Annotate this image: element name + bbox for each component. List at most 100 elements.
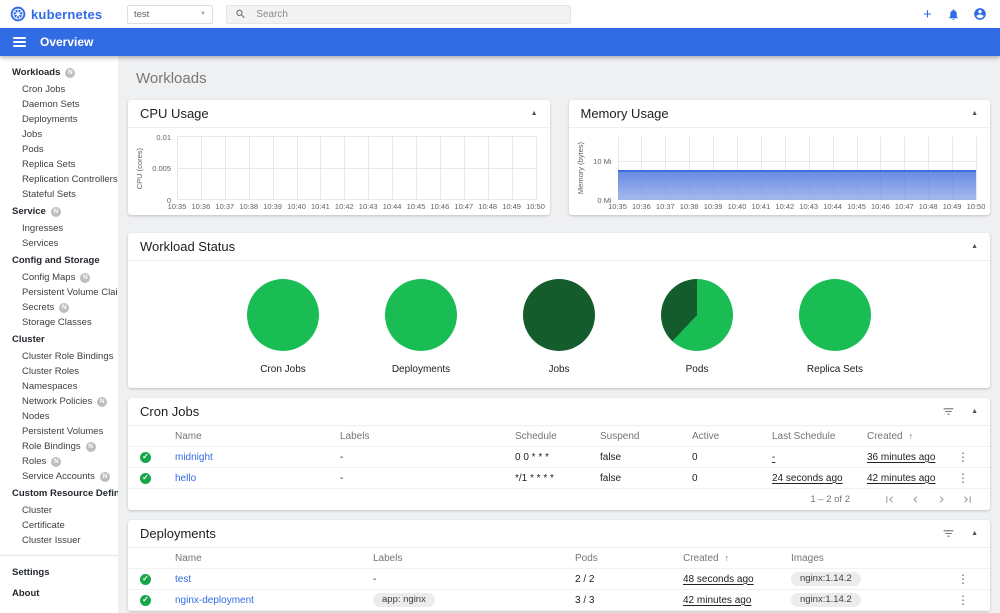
sidebar-item-role-bindings[interactable]: Role Bindings N xyxy=(0,439,118,454)
deployments-table: Name Labels Pods Created ↑ Images ✓ test - 2 / 2 4… xyxy=(128,548,990,611)
collapse-caret-icon[interactable]: ▲ xyxy=(531,110,538,117)
sidebar-item-deployments[interactable]: Deployments xyxy=(0,112,118,127)
search-input[interactable] xyxy=(254,7,562,21)
x-tick-label: 10:36 xyxy=(632,202,651,211)
sidebar-item-persistent-volumes[interactable]: Persistent Volumes xyxy=(0,424,118,439)
column-header-name[interactable]: Name xyxy=(175,431,340,442)
sidebar-item-roles[interactable]: Roles N xyxy=(0,454,118,469)
resource-link[interactable]: nginx-deployment xyxy=(175,595,254,606)
filter-icon[interactable] xyxy=(942,527,955,540)
grid-line xyxy=(487,137,489,200)
sidebar-section-label: Config and Storage xyxy=(12,255,100,266)
sidebar-item-cluster[interactable]: Cluster xyxy=(0,503,118,518)
sidebar-section-service[interactable]: Service N xyxy=(0,202,118,221)
sidebar-item-cluster-roles[interactable]: Cluster Roles xyxy=(0,364,118,379)
cell-pods: 2 / 2 xyxy=(575,574,683,585)
sidebar-item-daemon-sets[interactable]: Daemon Sets xyxy=(0,97,118,112)
column-header-images[interactable]: Images xyxy=(791,553,954,564)
pie-chart xyxy=(523,278,595,351)
notifications-bell-icon[interactable] xyxy=(946,7,961,22)
sidebar-item-label: Service Accounts xyxy=(22,471,95,482)
sidebar-item-cron-jobs[interactable]: Cron Jobs xyxy=(0,82,118,97)
x-tick-label: 10:39 xyxy=(263,202,282,211)
collapse-caret-icon[interactable]: ▲ xyxy=(971,243,978,250)
x-tick-label: 10:41 xyxy=(751,202,771,211)
sidebar-item-label: Pods xyxy=(22,144,44,155)
cell-text: false xyxy=(600,451,622,463)
x-tick-label: 10:49 xyxy=(502,202,521,211)
column-header-active[interactable]: Active xyxy=(692,431,772,442)
first-page-icon[interactable] xyxy=(876,491,902,509)
kubernetes-brand[interactable]: kubernetes xyxy=(0,6,127,22)
sidebar-item-settings[interactable]: Settings xyxy=(0,562,118,583)
sidebar-item-label: Replication Controllers xyxy=(22,174,118,185)
cell-icon: ✓ xyxy=(140,594,175,606)
sidebar-item-jobs[interactable]: Jobs xyxy=(0,127,118,142)
resource-link[interactable]: hello xyxy=(175,473,196,484)
workload-status-pods: Pods xyxy=(652,278,742,375)
sidebar-item-services[interactable]: Services xyxy=(0,236,118,251)
collapse-caret-icon[interactable]: ▲ xyxy=(971,408,978,415)
resource-link[interactable]: test xyxy=(175,574,191,585)
sidebar-section-workloads[interactable]: Workloads N xyxy=(0,63,118,82)
namespace-select[interactable]: test ▼ xyxy=(127,4,213,24)
sidebar-item-cluster-role-bindings[interactable]: Cluster Role Bindings xyxy=(0,349,118,364)
sidebar-item-nodes[interactable]: Nodes xyxy=(0,409,118,424)
sidebar-item-label: Network Policies xyxy=(22,396,93,407)
collapse-caret-icon[interactable]: ▲ xyxy=(971,110,978,117)
sidebar-item-namespaces[interactable]: Namespaces xyxy=(0,379,118,394)
sidebar-item-service-accounts[interactable]: Service Accounts N xyxy=(0,469,118,484)
previous-page-icon[interactable] xyxy=(902,491,928,509)
menu-hamburger-icon[interactable] xyxy=(13,35,26,49)
sidebar-section-cluster[interactable]: Cluster xyxy=(0,330,118,349)
column-header-created[interactable]: Created ↑ xyxy=(683,553,791,564)
column-header-created[interactable]: Created ↑ xyxy=(867,431,954,442)
resource-link[interactable]: midnight xyxy=(175,452,213,463)
sidebar-item-stateful-sets[interactable]: Stateful Sets xyxy=(0,187,118,202)
column-header-name[interactable]: Name xyxy=(175,553,373,564)
cell-kebab: ⋮ xyxy=(954,593,978,607)
column-header-label: Active xyxy=(692,430,720,442)
top-bar: kubernetes test ▼ + xyxy=(0,0,1000,28)
row-menu-icon[interactable]: ⋮ xyxy=(954,593,972,607)
column-header-last-schedule[interactable]: Last Schedule xyxy=(772,431,867,442)
sidebar-section-custom-resource-definitions[interactable]: Custom Resource Definitions xyxy=(0,484,118,503)
next-page-icon[interactable] xyxy=(928,491,954,509)
sidebar-item-secrets[interactable]: Secrets N xyxy=(0,300,118,315)
column-header-labels[interactable]: Labels xyxy=(340,431,515,442)
sidebar-item-certificate[interactable]: Certificate xyxy=(0,518,118,533)
collapse-caret-icon[interactable]: ▲ xyxy=(971,530,978,537)
sidebar-item-pods[interactable]: Pods xyxy=(0,142,118,157)
column-header-labels[interactable]: Labels xyxy=(373,553,575,564)
status-ok-icon: ✓ xyxy=(140,594,151,606)
sidebar-item-cluster-issuer[interactable]: Cluster Issuer xyxy=(0,533,118,548)
cell-kebab: ⋮ xyxy=(954,471,978,485)
column-header-suspend[interactable]: Suspend xyxy=(600,431,692,442)
sidebar-item-about[interactable]: About xyxy=(0,583,118,604)
sidebar-item-persistent-volume-claims[interactable]: Persistent Volume ClaimsN xyxy=(0,285,118,300)
cpu-usage-chart: CPU (cores) 0.01 0.005 0 10:35 10:36 10:37 10:3… xyxy=(128,128,550,215)
sidebar-section-config-and-storage[interactable]: Config and Storage xyxy=(0,251,118,270)
sidebar-divider xyxy=(0,555,118,556)
row-menu-icon[interactable]: ⋮ xyxy=(954,572,972,586)
row-menu-icon[interactable]: ⋮ xyxy=(954,450,972,464)
filter-icon[interactable] xyxy=(942,405,955,418)
x-axis-ticks: 10:35 10:36 10:37 10:38 10:39 10:40 10:41 10:42… xyxy=(608,200,985,213)
search-bar[interactable] xyxy=(226,4,571,24)
x-tick-label: 10:48 xyxy=(478,202,498,211)
cell-icon: ✓ xyxy=(140,573,175,585)
sidebar-item-config-maps[interactable]: Config Maps N xyxy=(0,270,118,285)
sidebar-item-replication-controllers[interactable]: Replication Controllers xyxy=(0,172,118,187)
x-tick-label: 10:43 xyxy=(358,202,378,211)
sidebar-item-replica-sets[interactable]: Replica Sets xyxy=(0,157,118,172)
create-resource-icon[interactable]: + xyxy=(920,7,935,22)
column-header-pods[interactable]: Pods xyxy=(575,553,683,564)
sidebar-item-network-policies[interactable]: Network Policies N xyxy=(0,394,118,409)
last-page-icon[interactable] xyxy=(954,491,980,509)
column-header-schedule[interactable]: Schedule xyxy=(515,431,600,442)
sidebar-item-storage-classes[interactable]: Storage Classes xyxy=(0,315,118,330)
row-menu-icon[interactable]: ⋮ xyxy=(954,471,972,485)
sidebar-item-ingresses[interactable]: Ingresses xyxy=(0,221,118,236)
user-account-icon[interactable] xyxy=(972,7,987,22)
table-header-row: Name Labels Pods Created ↑ Images xyxy=(128,548,990,569)
